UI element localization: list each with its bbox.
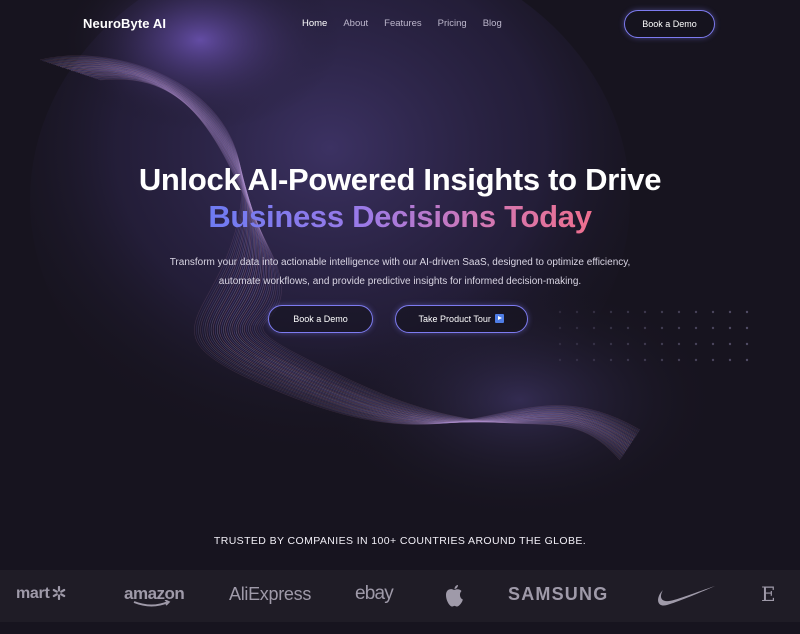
nav-home[interactable]: Home (302, 18, 327, 29)
walmart-logo: mart (16, 570, 66, 622)
take-product-tour-button[interactable]: Take Product Tour (395, 305, 528, 333)
take-product-tour-label: Take Product Tour (418, 314, 491, 324)
partial-e-logo: E (761, 582, 776, 606)
brand-logo[interactable]: NeuroByte AI (83, 16, 166, 31)
hero-subtitle: Transform your data into actionable inte… (120, 253, 680, 291)
header-book-demo-button[interactable]: Book a Demo (624, 10, 715, 38)
nav-features[interactable]: Features (384, 18, 422, 29)
samsung-logo: SAMSUNG (508, 584, 609, 604)
ebay-logo: ebay (355, 583, 394, 604)
client-logos-strip: mart amazon AliExpress ebay SAMSUNG E (0, 570, 800, 622)
amazon-logo: amazon (124, 570, 185, 622)
hero-subtitle-line1: Transform your data into actionable inte… (169, 257, 631, 268)
hero-subtitle-line2: automate workflows, and provide predicti… (218, 276, 582, 287)
hero-title-line1: Unlock AI-Powered Insights to Drive (138, 162, 662, 197)
nike-logo (653, 582, 717, 634)
site-header: NeuroByte AI Home About Features Pricing… (0, 0, 800, 48)
main-nav: Home About Features Pricing Blog (302, 18, 518, 29)
hero-book-demo-button[interactable]: Book a Demo (268, 305, 373, 333)
hero-title-gradient-text: Business Decisions Today (208, 199, 592, 234)
nav-pricing[interactable]: Pricing (438, 18, 467, 29)
amazon-smile-icon (133, 600, 171, 607)
nav-blog[interactable]: Blog (483, 18, 502, 29)
walmart-spark-icon (53, 586, 66, 600)
nav-about[interactable]: About (343, 18, 368, 29)
apple-logo (444, 580, 464, 632)
aliexpress-logo: AliExpress (229, 584, 312, 604)
nike-swoosh-icon (658, 586, 715, 606)
play-icon (495, 314, 505, 323)
hero-title-line2: Business Decisions Today (0, 199, 800, 235)
trusted-by-text: TRUSTED BY COMPANIES IN 100+ COUNTRIES A… (213, 535, 587, 547)
apple-icon (446, 585, 463, 607)
